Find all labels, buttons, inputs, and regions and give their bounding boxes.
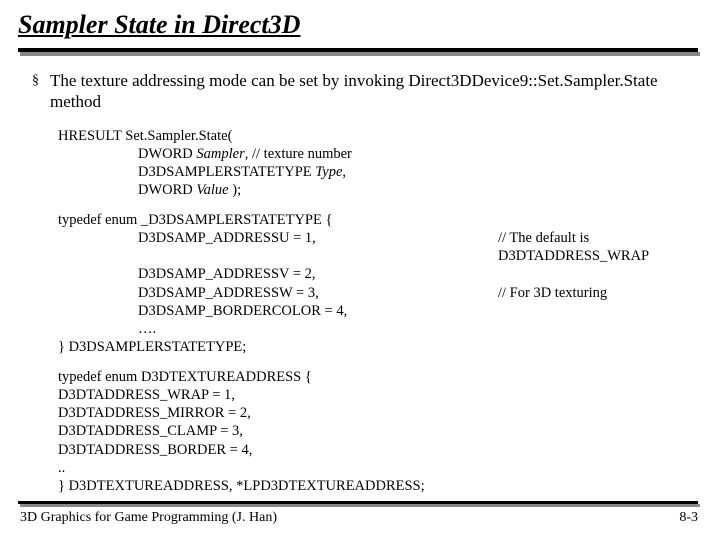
footer-left: 3D Graphics for Game Programming (J. Han…	[20, 510, 277, 526]
code-line: DWORD Sampler, // texture number	[58, 145, 692, 163]
code-text: ….	[58, 320, 498, 338]
code-text: );	[229, 182, 241, 198]
code-text: , // texture number	[245, 146, 352, 162]
code-line: } D3DSAMPLERSTATETYPE;	[58, 338, 692, 356]
code-param: Type	[315, 164, 342, 180]
code-line: HRESULT Set.Sampler.State(	[58, 127, 692, 145]
slide-body: § The texture addressing mode can be set…	[32, 70, 692, 507]
code-line: D3DSAMP_ADDRESSU = 1, // The default is …	[58, 229, 692, 265]
code-line: DWORD Value );	[58, 181, 692, 199]
code-block-1: HRESULT Set.Sampler.State( DWORD Sampler…	[58, 127, 692, 200]
code-block-3: typedef enum D3DTEXTUREADDRESS { D3DTADD…	[58, 368, 692, 495]
slide: Sampler State in Direct3D § The texture …	[0, 0, 720, 540]
code-line: D3DTADDRESS_BORDER = 4,	[58, 441, 692, 459]
code-line: D3DTADDRESS_MIRROR = 2,	[58, 404, 692, 422]
code-line: D3DSAMP_ADDRESSV = 2,	[58, 265, 692, 283]
code-text: D3DSAMP_BORDERCOLOR = 4,	[58, 302, 498, 320]
code-line: typedef enum _D3DSAMPLERSTATETYPE {	[58, 211, 692, 229]
code-comment	[498, 265, 692, 283]
code-text: DWORD	[138, 146, 196, 162]
code-text: D3DSAMP_ADDRESSU = 1,	[58, 229, 498, 265]
code-comment: // For 3D texturing	[498, 284, 692, 302]
code-text: D3DSAMP_ADDRESSV = 2,	[58, 265, 498, 283]
code-line: D3DSAMPLERSTATETYPE Type,	[58, 163, 692, 181]
code-text: D3DSAMP_ADDRESSW = 3,	[58, 284, 498, 302]
code-line: ….	[58, 320, 692, 338]
code-text: DWORD	[138, 182, 196, 198]
bullet-text: The texture addressing mode can be set b…	[50, 70, 692, 113]
code-param: Value	[196, 182, 228, 198]
slide-title: Sampler State in Direct3D	[18, 10, 300, 40]
code-comment: // The default is D3DTADDRESS_WRAP	[498, 229, 692, 265]
code-line: D3DTADDRESS_WRAP = 1,	[58, 386, 692, 404]
code-line: } D3DTEXTUREADDRESS, *LPD3DTEXTUREADDRES…	[58, 477, 692, 495]
code-text: ,	[342, 164, 346, 180]
code-line: ..	[58, 459, 692, 477]
code-line: D3DSAMP_BORDERCOLOR = 4,	[58, 302, 692, 320]
bullet-item: § The texture addressing mode can be set…	[32, 70, 692, 113]
code-line: D3DSAMP_ADDRESSW = 3, // For 3D texturin…	[58, 284, 692, 302]
code-param: Sampler	[196, 146, 244, 162]
footer-page-number: 8-3	[679, 510, 698, 526]
code-line: D3DTADDRESS_CLAMP = 3,	[58, 422, 692, 440]
bullet-mark: §	[32, 70, 50, 92]
code-block-2: typedef enum _D3DSAMPLERSTATETYPE { D3DS…	[58, 211, 692, 356]
code-line: typedef enum D3DTEXTUREADDRESS {	[58, 368, 692, 386]
code-text: D3DSAMPLERSTATETYPE	[138, 164, 315, 180]
